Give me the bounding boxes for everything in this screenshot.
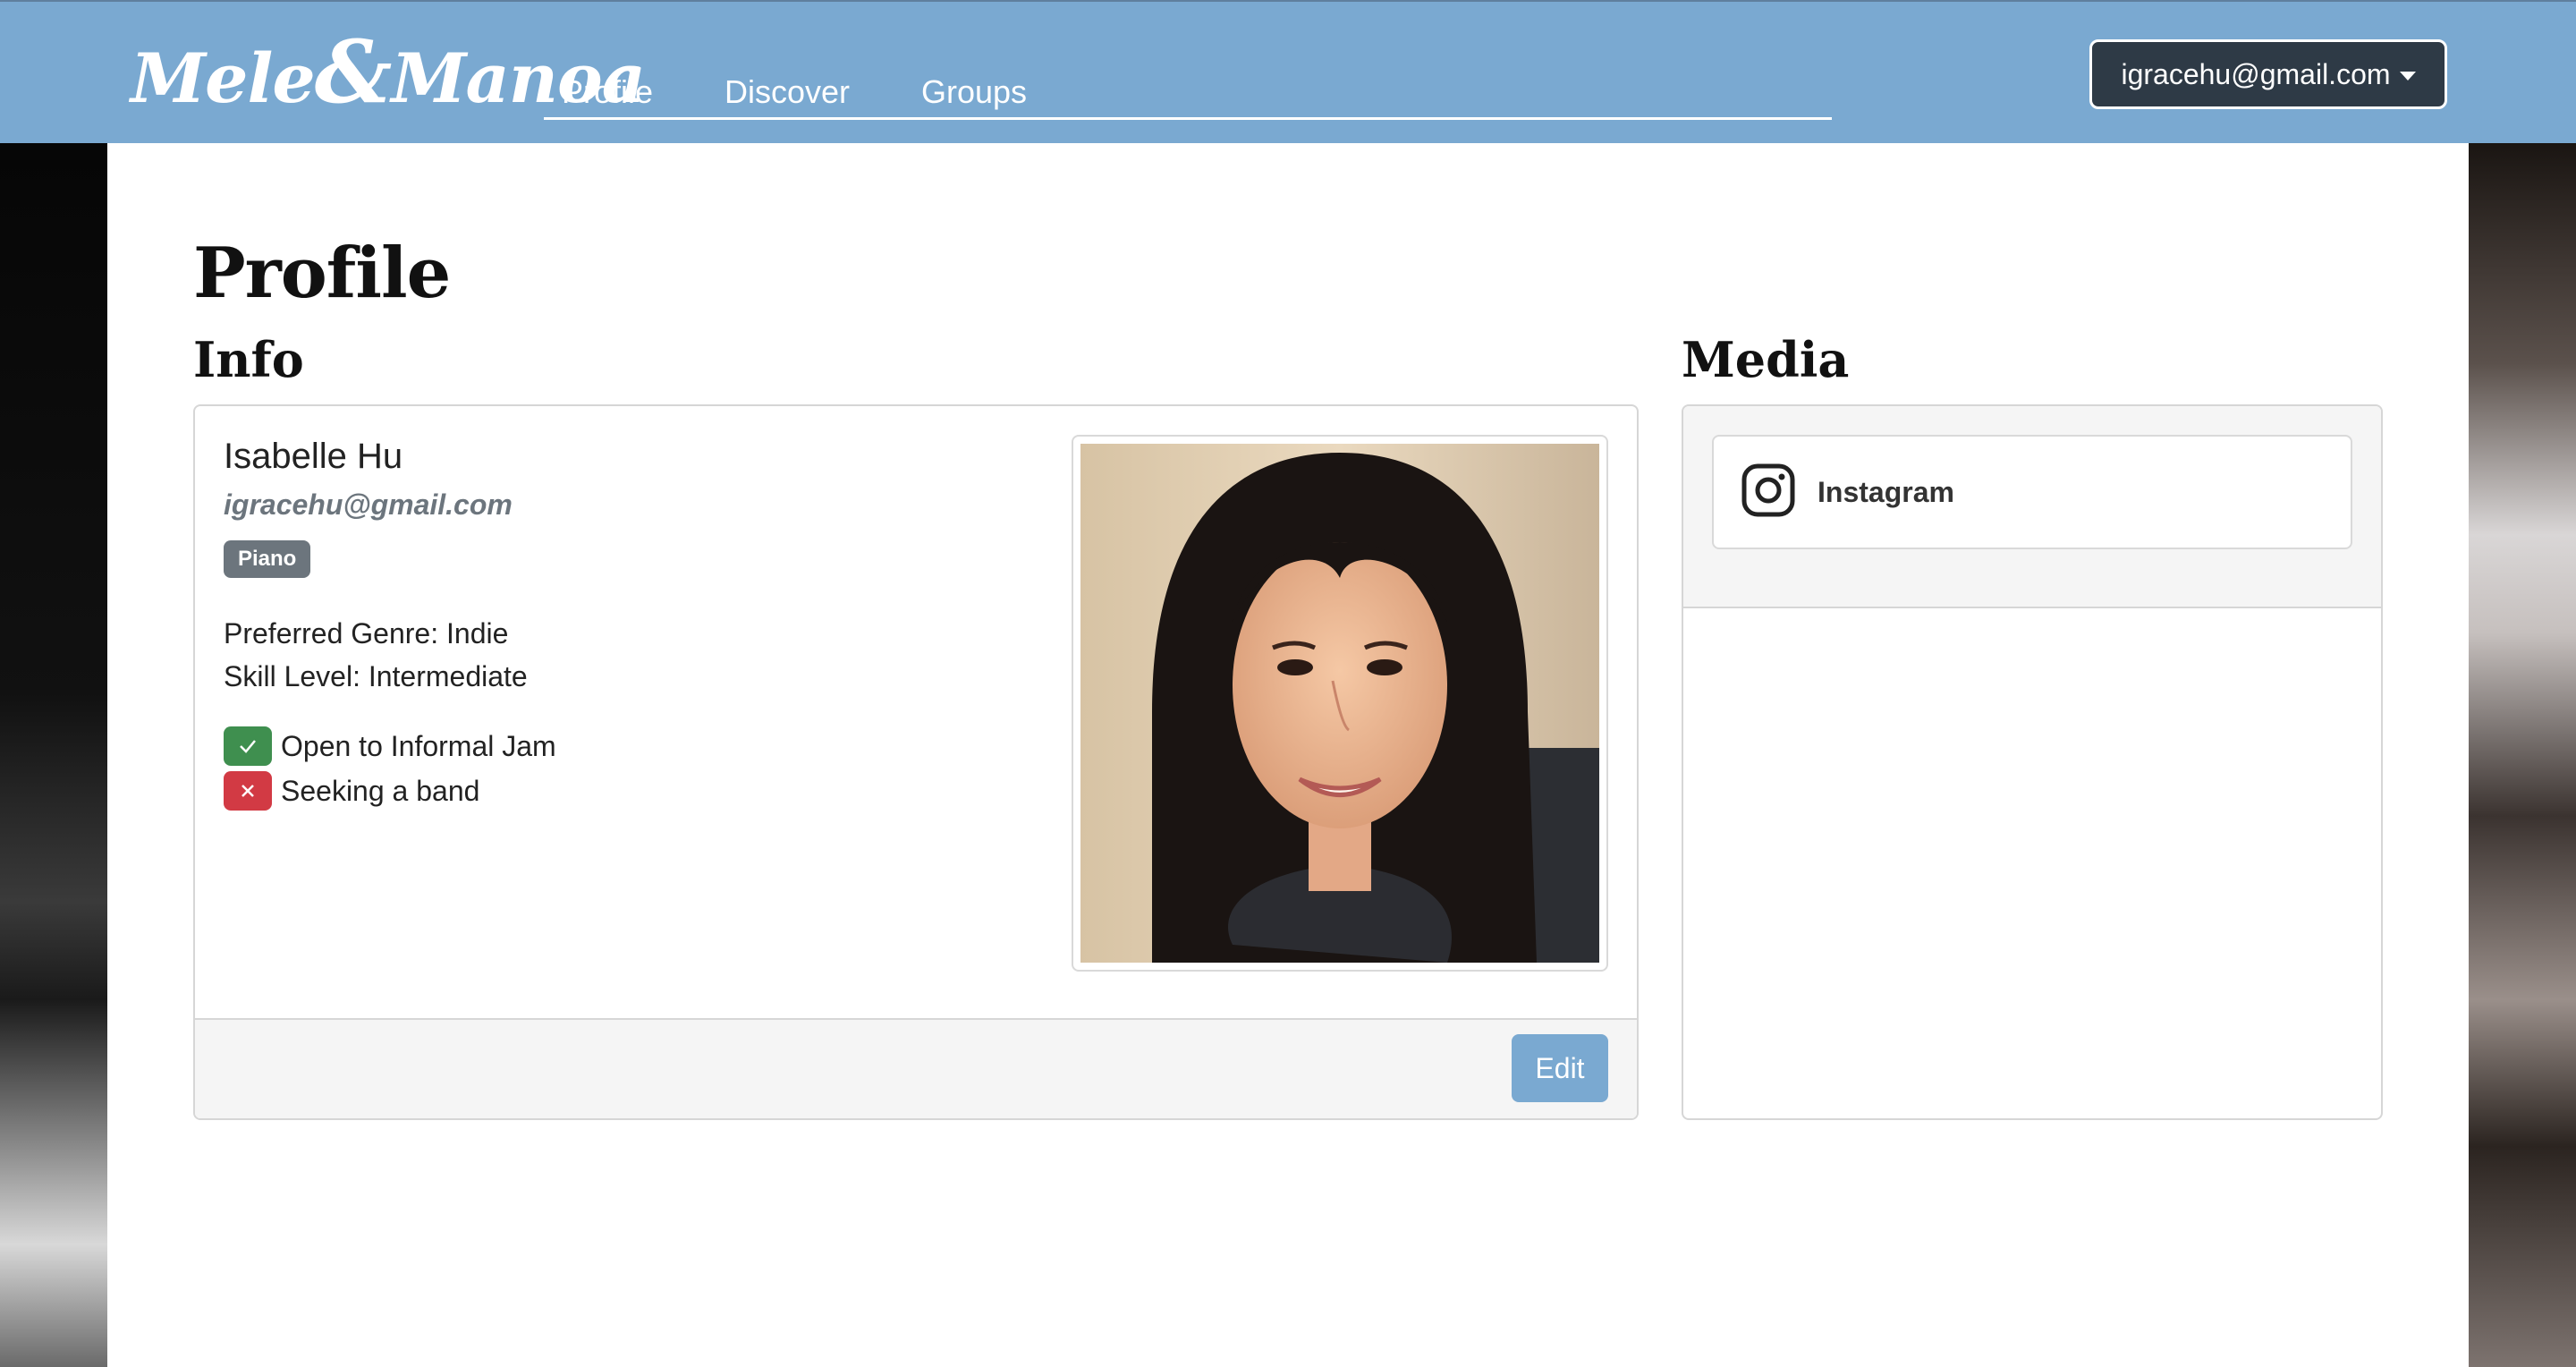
profile-photo	[1072, 435, 1608, 972]
instagram-label: Instagram	[1818, 475, 1954, 508]
main-content: Profile Info Media Isabelle Hu igracehu@…	[107, 143, 2469, 1367]
background-right	[2469, 143, 2576, 1367]
preferred-genre: Preferred Genre: Indie	[224, 617, 509, 650]
info-heading: Info	[193, 331, 304, 388]
caret-down-icon	[2399, 72, 2416, 81]
user-email: igracehu@gmail.com	[2121, 57, 2391, 90]
nav-groups[interactable]: Groups	[921, 73, 1027, 111]
media-card: Instagram	[1682, 404, 2383, 1120]
skill-level: Skill Level: Intermediate	[224, 660, 528, 692]
profile-name: Isabelle Hu	[224, 437, 403, 476]
profile-photo-image	[1080, 444, 1599, 963]
instrument-badge: Piano	[224, 540, 311, 578]
media-links-panel: Instagram	[1683, 406, 2381, 608]
nav-discover[interactable]: Discover	[724, 73, 850, 111]
flag-informal-jam: Open to Informal Jam	[224, 726, 556, 766]
check-icon	[224, 726, 272, 766]
user-dropdown[interactable]: igracehu@gmail.com	[2089, 39, 2447, 109]
instagram-icon	[1741, 463, 1796, 522]
info-card: Isabelle Hu igracehu@gmail.com Piano Pre…	[193, 404, 1639, 1120]
nav-links: Profile Discover Groups	[544, 64, 1832, 120]
nav-profile[interactable]: Profile	[562, 73, 653, 111]
media-link-instagram[interactable]: Instagram	[1712, 435, 2352, 549]
page-title: Profile	[193, 233, 451, 314]
background-left	[0, 143, 107, 1367]
profile-email: igracehu@gmail.com	[224, 488, 513, 521]
x-icon	[224, 771, 272, 811]
info-card-footer: Edit	[195, 1018, 1637, 1118]
navbar: Mele&Manoa Profile Discover Groups igrac…	[0, 0, 2576, 143]
media-heading: Media	[1682, 331, 1850, 388]
flag-seeking-band: Seeking a band	[224, 771, 479, 811]
edit-button[interactable]: Edit	[1512, 1034, 1608, 1102]
